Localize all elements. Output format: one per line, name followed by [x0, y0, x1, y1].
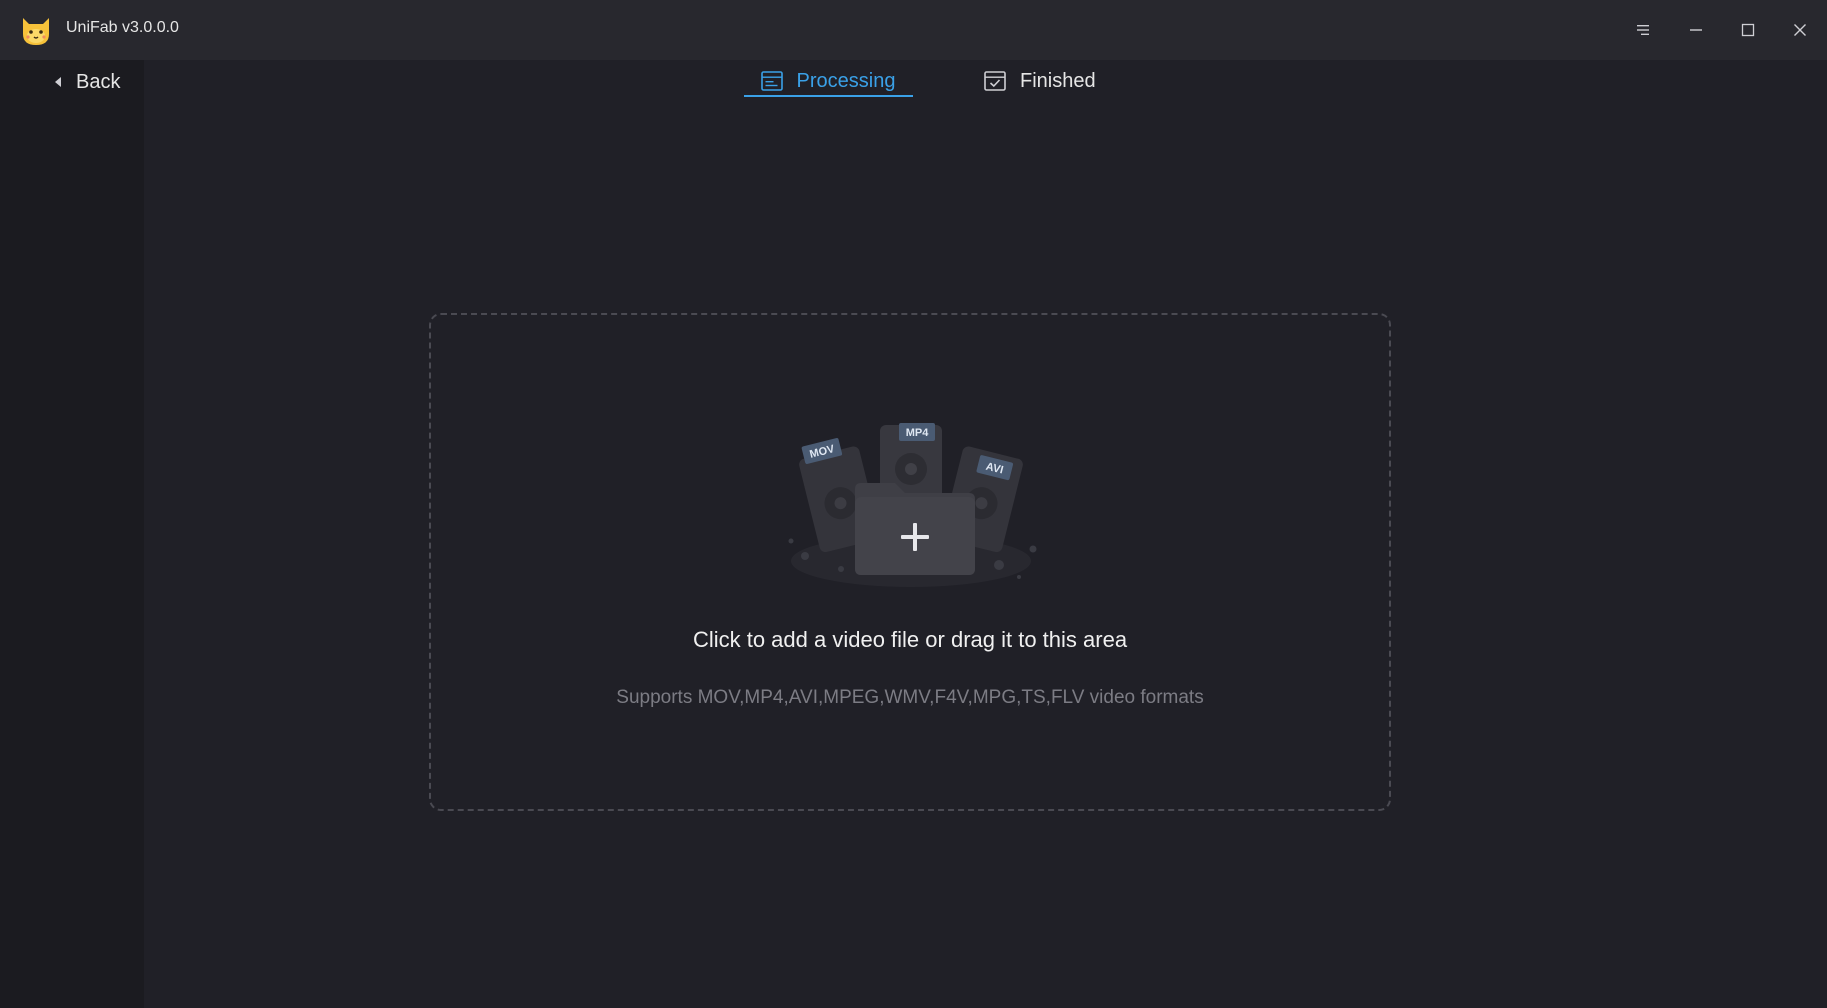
processing-list-icon: [760, 71, 783, 91]
badge-mp4: MP4: [906, 427, 930, 439]
menu-icon: [1637, 25, 1649, 35]
tab-processing-label: Processing: [796, 69, 896, 92]
tab-finished-label: Finished: [1020, 69, 1096, 92]
active-tab-indicator: [744, 95, 913, 97]
maximize-icon: [1741, 23, 1755, 37]
minimize-button[interactable]: [1680, 14, 1712, 46]
finished-check-icon: [984, 71, 1006, 91]
close-icon: [1794, 24, 1806, 36]
minimize-icon: [1690, 29, 1702, 31]
close-button[interactable]: [1784, 14, 1816, 46]
window-menu-button[interactable]: [1627, 14, 1659, 46]
left-shade-panel: [0, 60, 144, 1008]
back-label: Back: [76, 70, 121, 93]
video-drop-zone[interactable]: MOV MP4 AVI Click to add a video file or…: [429, 313, 1391, 811]
add-video-folder-icon: MOV MP4 AVI: [788, 423, 1037, 587]
app-title: UniFab v3.0.0.0: [66, 19, 179, 36]
app-window: UniFab v3.0.0.0 Back Processing Finished…: [0, 0, 1827, 1008]
unifab-cat-logo-icon: [23, 18, 49, 45]
maximize-button[interactable]: [1732, 14, 1764, 46]
supported-formats-text: Supports MOV,MP4,AVI,MPEG,WMV,F4V,MPG,TS…: [616, 687, 1204, 708]
drop-zone-title: Click to add a video file or drag it to …: [692, 627, 1128, 652]
back-button[interactable]: Back: [54, 68, 120, 96]
back-arrow-icon: [55, 77, 61, 87]
tab-finished[interactable]: Finished: [984, 66, 1096, 96]
title-bar: UniFab v3.0.0.0: [0, 0, 1827, 60]
tab-processing[interactable]: Processing: [744, 66, 912, 96]
